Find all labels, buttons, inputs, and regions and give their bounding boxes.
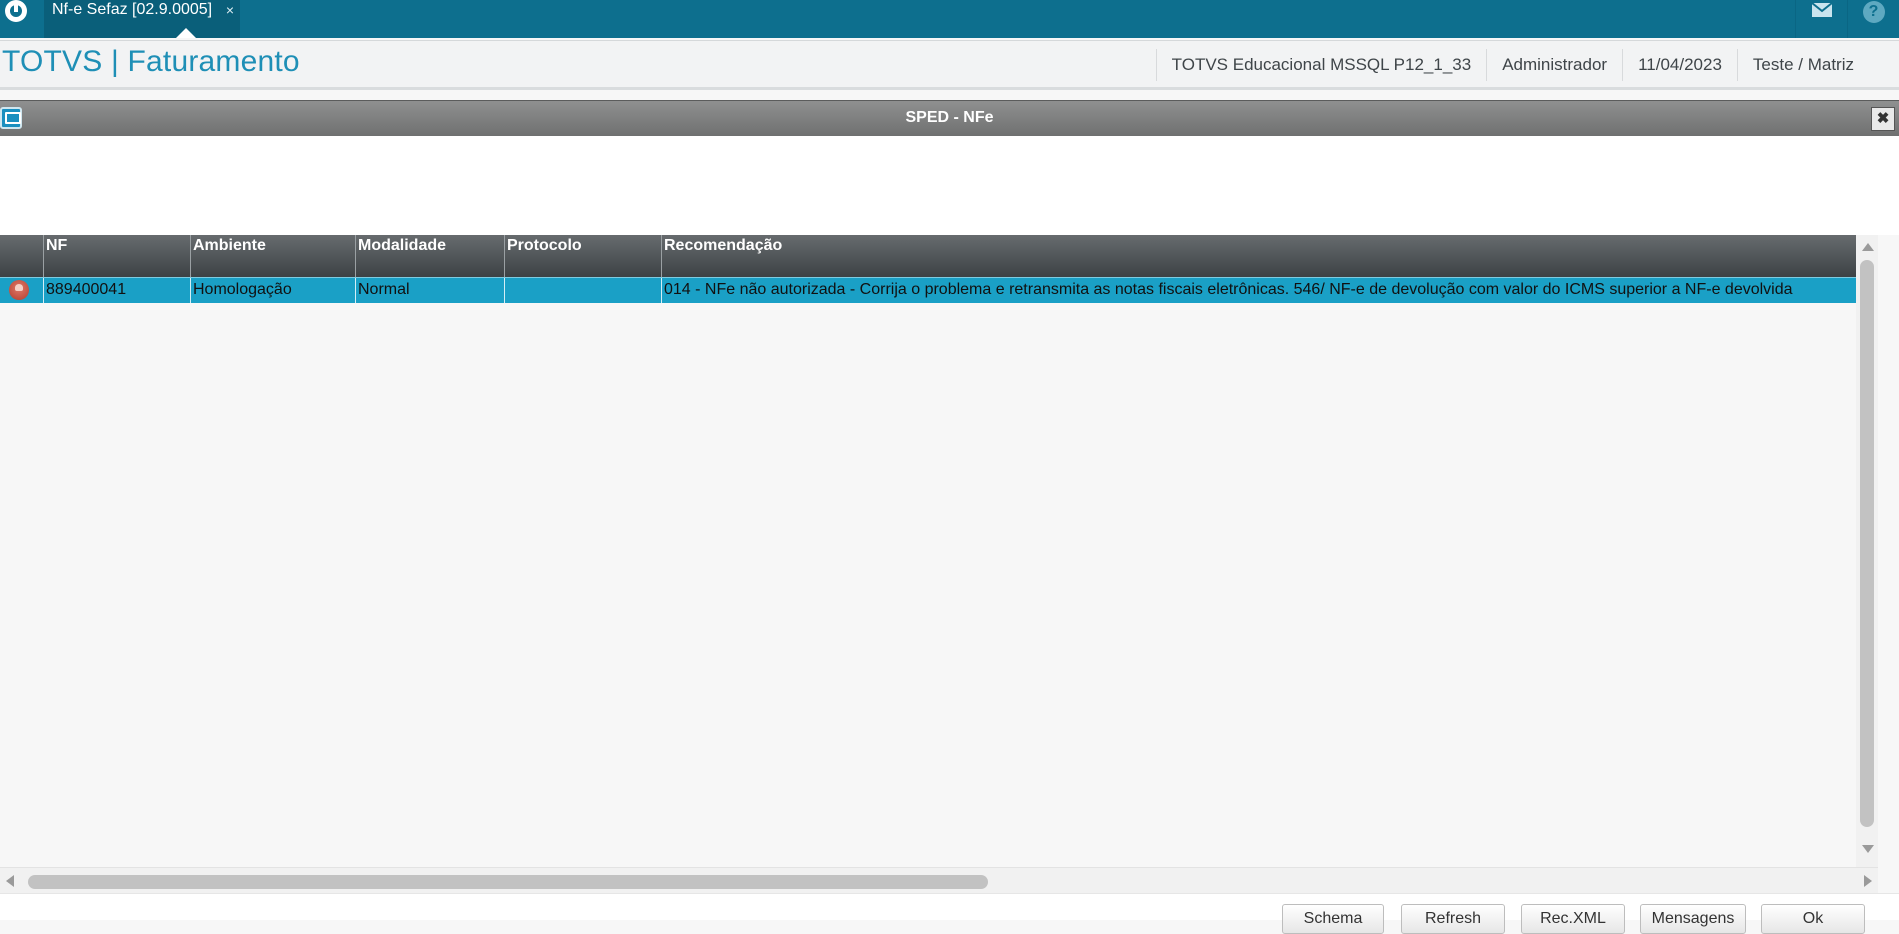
mail-icon[interactable] — [1795, 0, 1847, 38]
vertical-scrollbar[interactable] — [1856, 235, 1878, 867]
horizontal-scrollbar[interactable] — [0, 867, 1878, 893]
rec-xml-button[interactable]: Rec.XML — [1521, 904, 1625, 934]
row-modalidade-cell[interactable]: Normal — [356, 278, 505, 303]
row-recomendacao-cell[interactable]: 014 - NFe não autorizada - Corrija o pro… — [662, 278, 1856, 303]
refresh-button[interactable]: Refresh — [1401, 904, 1505, 934]
help-icon[interactable]: ? — [1847, 0, 1899, 38]
dialog-top-panel — [0, 136, 1899, 235]
row-nf-cell[interactable]: 889400041 — [44, 278, 191, 303]
vertical-scroll-thumb[interactable] — [1860, 260, 1874, 827]
app-title: TOTVS | Faturamento — [2, 45, 300, 78]
error-icon — [9, 280, 29, 300]
mensagens-button[interactable]: Mensagens — [1640, 904, 1746, 934]
top-bar: Nf-e Sefaz [02.9.0005] × ? — [0, 0, 1899, 38]
column-header-protocolo[interactable]: Protocolo — [505, 235, 662, 277]
tab-active-indicator — [176, 28, 196, 38]
dialog-title: SPED - NFe — [905, 109, 994, 126]
tab-close-icon[interactable]: × — [226, 0, 234, 20]
tab-label: Nf-e Sefaz [02.9.0005] — [52, 1, 213, 18]
ok-button[interactable]: Ok — [1761, 904, 1865, 934]
scroll-up-icon[interactable] — [1862, 243, 1874, 251]
column-header-ambiente[interactable]: Ambiente — [191, 235, 356, 277]
close-icon[interactable]: ✖ — [1871, 107, 1895, 131]
scroll-down-icon[interactable] — [1862, 845, 1874, 853]
table-row[interactable]: 889400041 Homologação Normal 014 - NFe n… — [0, 277, 1856, 303]
scroll-right-icon[interactable] — [1864, 875, 1872, 887]
branch-label[interactable]: Teste / Matriz — [1736, 49, 1899, 81]
user-label[interactable]: Administrador — [1486, 49, 1622, 81]
tab-nfe-sefaz[interactable]: Nf-e Sefaz [02.9.0005] × — [44, 0, 240, 38]
row-protocolo-cell[interactable] — [505, 278, 662, 303]
column-header-nf[interactable]: NF — [44, 235, 191, 277]
dialog-title-bar: SPED - NFe ✖ — [0, 100, 1899, 136]
grid-header: NF Ambiente Modalidade Protocolo Recomen… — [0, 235, 1856, 277]
row-ambiente-cell[interactable]: Homologação — [191, 278, 356, 303]
column-header-modalidade[interactable]: Modalidade — [356, 235, 505, 277]
horizontal-scroll-thumb[interactable] — [28, 875, 988, 889]
totvs-logo-icon[interactable] — [2, 0, 29, 22]
column-header-recomendacao[interactable]: Recomendação — [662, 235, 1856, 277]
schema-button[interactable]: Schema — [1282, 904, 1384, 934]
row-status-cell[interactable] — [0, 278, 44, 303]
dialog-footer: Schema Refresh Rec.XML Mensagens Ok — [0, 893, 1899, 934]
scroll-left-icon[interactable] — [6, 875, 14, 887]
nfe-grid: NF Ambiente Modalidade Protocolo Recomen… — [0, 235, 1856, 867]
column-header-status[interactable] — [0, 235, 44, 277]
app-header: TOTVS | Faturamento TOTVS Educacional MS… — [0, 40, 1899, 90]
environment-label[interactable]: TOTVS Educacional MSSQL P12_1_33 — [1155, 49, 1487, 81]
date-label[interactable]: 11/04/2023 — [1622, 49, 1737, 81]
